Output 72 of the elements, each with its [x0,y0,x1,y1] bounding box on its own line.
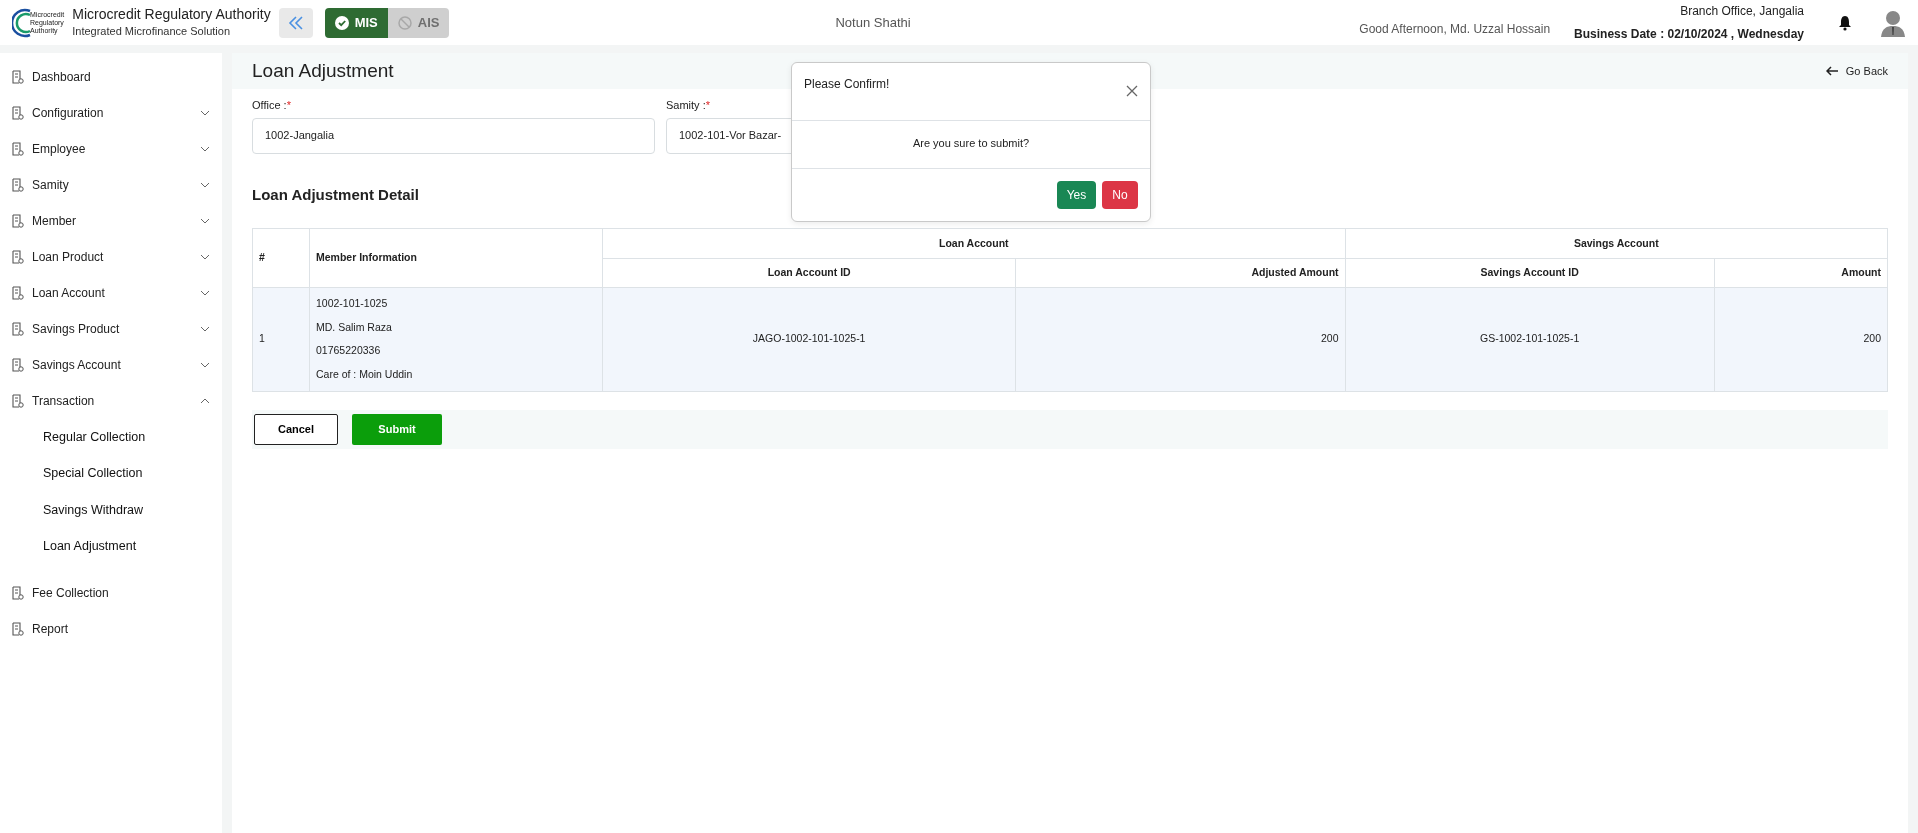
column-header: Member Information [309,228,603,288]
app-name: Notun Shathi [835,13,911,32]
document-icon [12,358,24,372]
sidebar-item[interactable]: Savings Account [0,347,222,383]
dialog-title: Please Confirm! [804,76,890,93]
field-label: Samity :* [666,98,711,113]
bell-icon[interactable] [1838,14,1852,31]
field-label: Office :* [252,98,292,113]
page-title: Loan Adjustment [252,58,394,83]
column-group-header: Savings Account [1345,228,1888,259]
sidebar-item[interactable]: Member [0,203,222,239]
document-icon [12,286,24,300]
sidebar-item[interactable]: Report [0,611,222,647]
greeting: Good Afternoon, Md. Uzzal Hossain [1359,21,1551,38]
document-icon [12,70,24,84]
sidebar-item[interactable]: Loan Product [0,239,222,275]
org-subtitle: Integrated Microfinance Solution [72,23,231,39]
sidebar-item[interactable]: Samity [0,167,222,203]
dialog-message: Are you sure to submit? [792,121,1150,169]
member-info-line: MD. Salim Raza [316,319,393,335]
select-field[interactable]: 1002-Jangalia [252,117,655,154]
submenu-item[interactable]: Regular Collection [0,419,222,456]
submenu-item[interactable]: Special Collection [0,455,222,492]
close-icon [1126,85,1138,98]
column-header: Loan Account ID [602,258,1016,288]
column-header: Adjusted Amount [1015,258,1346,288]
sidebar-item[interactable]: Configuration [0,95,222,131]
document-icon [12,322,24,336]
member-info-line: 01765220336 [316,343,382,359]
table-cell: JAGO-1002-101-1025-1 [602,287,1016,392]
submenu-item[interactable]: Savings Withdraw [0,492,222,529]
table-cell: 200 [1015,287,1346,392]
user-avatar-icon[interactable] [1880,8,1906,37]
table-cell: 1 [252,287,310,392]
branch-name: Branch Office, Jangalia [1679,3,1804,20]
column-header: # [252,228,310,288]
module-toggle[interactable]: MIS [324,7,388,38]
no-button[interactable]: No [1102,181,1138,209]
submenu-item[interactable]: Loan Adjustment [0,528,222,565]
document-icon [12,178,24,192]
sidebar-item[interactable]: Fee Collection [0,575,222,611]
table-cell: 200 [1714,287,1888,392]
double-chevron-left-icon [286,14,305,31]
cancel-button[interactable]: Cancel [254,413,338,445]
column-header: Amount [1714,258,1888,288]
document-icon [12,106,24,120]
document-icon [12,586,24,600]
table-cell: GS-1002-101-1025-1 [1345,287,1715,392]
go-back-link[interactable]: Go Back [1825,62,1888,80]
document-icon [12,214,24,228]
document-icon [12,250,24,264]
yes-button[interactable]: Yes [1057,181,1096,209]
member-info-line: 1002-101-1025 [316,295,389,311]
document-icon [12,622,24,636]
column-header: Savings Account ID [1345,258,1715,288]
collapse-sidebar-button[interactable] [278,7,313,38]
sidebar-item[interactable]: Savings Product [0,311,222,347]
check-circle-icon [334,15,349,30]
member-info-line: Care of : Moin Uddin [316,367,414,382]
sidebar-item[interactable]: Loan Account [0,275,222,311]
sidebar-item[interactable]: Transaction [0,383,222,419]
submit-button[interactable]: Submit [352,413,442,445]
document-icon [12,394,24,408]
prohibited-icon [397,15,412,30]
section-title: Loan Adjustment Detail [252,184,419,205]
column-group-header: Loan Account [602,228,1346,259]
sidebar-item[interactable]: Dashboard [0,59,222,95]
sidebar-item[interactable]: Employee [0,131,222,167]
arrow-left-icon [1825,66,1838,76]
document-icon [12,142,24,156]
org-name: Microcredit Regulatory Authority [72,5,271,23]
business-date: Business Date : 02/10/2024 , Wednesday [1574,26,1804,43]
